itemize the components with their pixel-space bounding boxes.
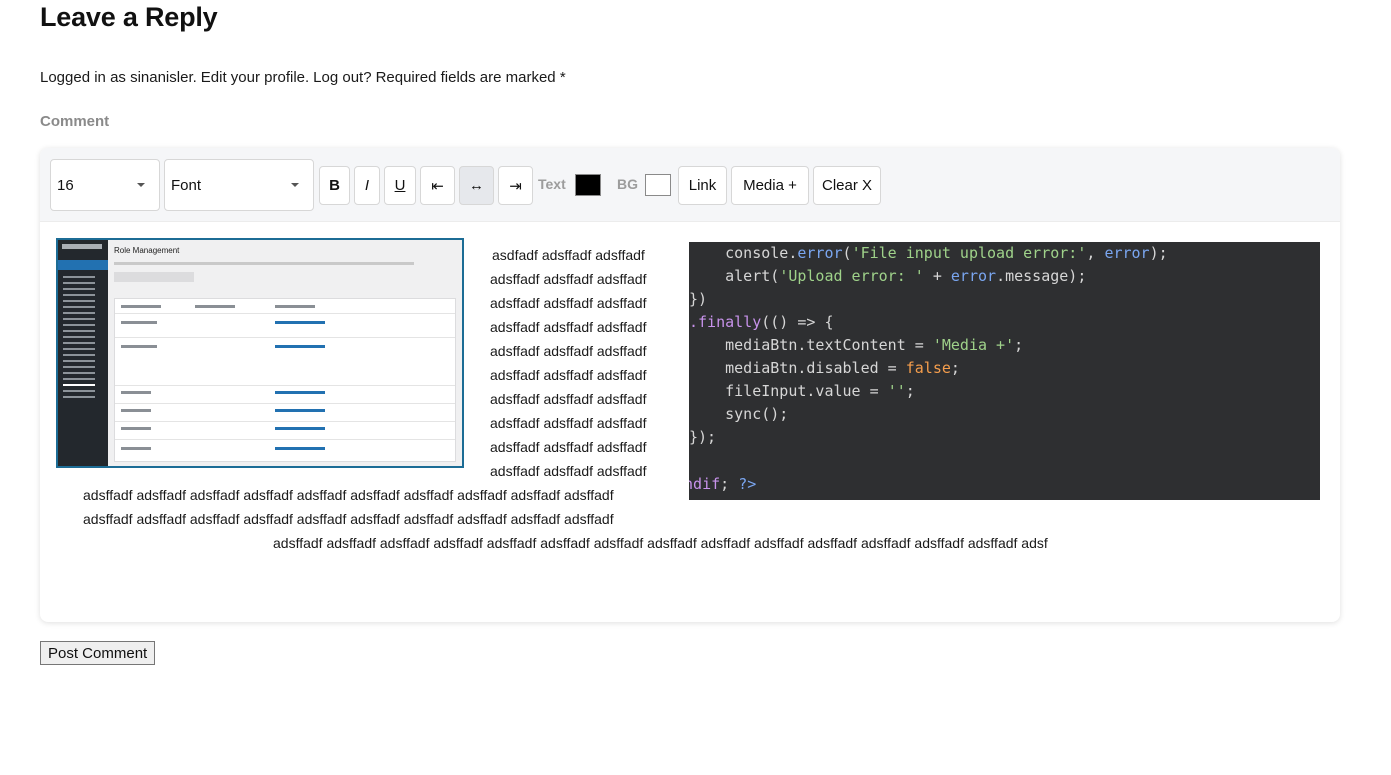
align-left-button[interactable]: ⇤ xyxy=(420,166,455,205)
align-right-button[interactable]: ⇥ xyxy=(498,166,533,205)
code-line: }); xyxy=(689,428,717,446)
content-text-line: adsffadf adsffadf adsffadf xyxy=(490,271,647,287)
content-text-line: adsffadf adsffadf adsffadf adsffadf adsf… xyxy=(83,487,614,503)
post-comment-button[interactable]: Post Comment xyxy=(40,641,156,665)
content-text-line: adsffadf adsffadf adsffadf xyxy=(490,391,647,407)
content-text-line: adsffadf adsffadf adsffadf adsffadf adsf… xyxy=(273,535,1048,551)
editor-toolbar: 16 Font B I U ⇤ ↔ ⇥ Text BG Link Media +… xyxy=(40,148,1340,222)
edit-profile-link[interactable]: Edit your profile. xyxy=(201,69,309,86)
code-line: mediaBtn.textContent = 'Media +'; xyxy=(725,336,1024,354)
content-text-line: adsffadf adsffadf adsffadf xyxy=(490,367,647,383)
embedded-screenshot-image[interactable]: Role Management xyxy=(56,238,464,468)
required-fields-note: Required fields are marked * xyxy=(375,69,566,86)
content-text-line: asdfadf adsffadf adsffadf xyxy=(492,247,645,263)
align-center-button[interactable]: ↔ xyxy=(459,166,494,205)
chevron-down-icon xyxy=(291,183,299,187)
content-text-line: adsffadf adsffadf adsffadf xyxy=(490,319,647,335)
code-line: sync(); xyxy=(725,405,789,423)
page-title: Leave a Reply xyxy=(40,2,218,32)
code-line: .finally(() => { xyxy=(689,313,834,331)
link-button[interactable]: Link xyxy=(678,166,727,205)
bold-button[interactable]: B xyxy=(319,166,350,205)
code-line: }) xyxy=(689,290,708,308)
editor-content[interactable]: Role Management asdfadf adsffadf adsffad… xyxy=(40,222,1340,622)
code-line: mediaBtn.disabled = false; xyxy=(725,359,960,377)
code-line: endif; ?> xyxy=(689,475,757,493)
font-family-value: Font xyxy=(171,176,202,194)
content-text-line: adsffadf adsffadf adsffadf xyxy=(490,343,647,359)
chevron-down-icon xyxy=(137,183,145,187)
font-family-select[interactable]: Font xyxy=(164,159,314,211)
text-color-label: Text xyxy=(538,176,566,192)
logout-link[interactable]: Log out? xyxy=(313,69,371,86)
screenshot-heading: Role Management xyxy=(114,246,180,255)
content-text-line: adsffadf adsffadf adsffadf xyxy=(490,439,647,455)
content-text-line: adsffadf adsffadf adsffadf xyxy=(490,295,647,311)
text-color-picker[interactable] xyxy=(575,174,601,196)
embedded-code-image[interactable]: console.error('File input upload error:'… xyxy=(689,242,1320,500)
screenshot-main: Role Management xyxy=(108,240,462,466)
rich-text-editor: 16 Font B I U ⇤ ↔ ⇥ Text BG Link Media +… xyxy=(40,148,1340,622)
comment-label: Comment xyxy=(40,113,110,130)
underline-button[interactable]: U xyxy=(384,166,416,205)
logged-in-notice: Logged in as sinanisler. Edit your profil… xyxy=(40,69,570,86)
font-size-select[interactable]: 16 xyxy=(50,159,160,211)
logged-in-text: Logged in as sinanisler. xyxy=(40,69,197,86)
content-text-line: adsffadf adsffadf adsffadf xyxy=(490,415,647,431)
screenshot-table xyxy=(114,298,456,462)
content-text-line: adsffadf adsffadf adsffadf adsffadf adsf… xyxy=(83,511,614,527)
screenshot-sidebar xyxy=(58,240,108,466)
media-button[interactable]: Media + xyxy=(731,166,809,205)
code-line: console.error('File input upload error:'… xyxy=(725,244,1168,262)
italic-button[interactable]: I xyxy=(354,166,380,205)
bg-color-label: BG xyxy=(617,176,638,192)
content-text-line: adsffadf adsffadf adsffadf xyxy=(490,463,647,479)
code-line: alert('Upload error: ' + error.message); xyxy=(725,267,1087,285)
code-line: fileInput.value = ''; xyxy=(725,382,915,400)
font-size-value: 16 xyxy=(57,176,74,194)
bg-color-picker[interactable] xyxy=(645,174,671,196)
clear-format-button[interactable]: Clear X xyxy=(813,166,881,205)
